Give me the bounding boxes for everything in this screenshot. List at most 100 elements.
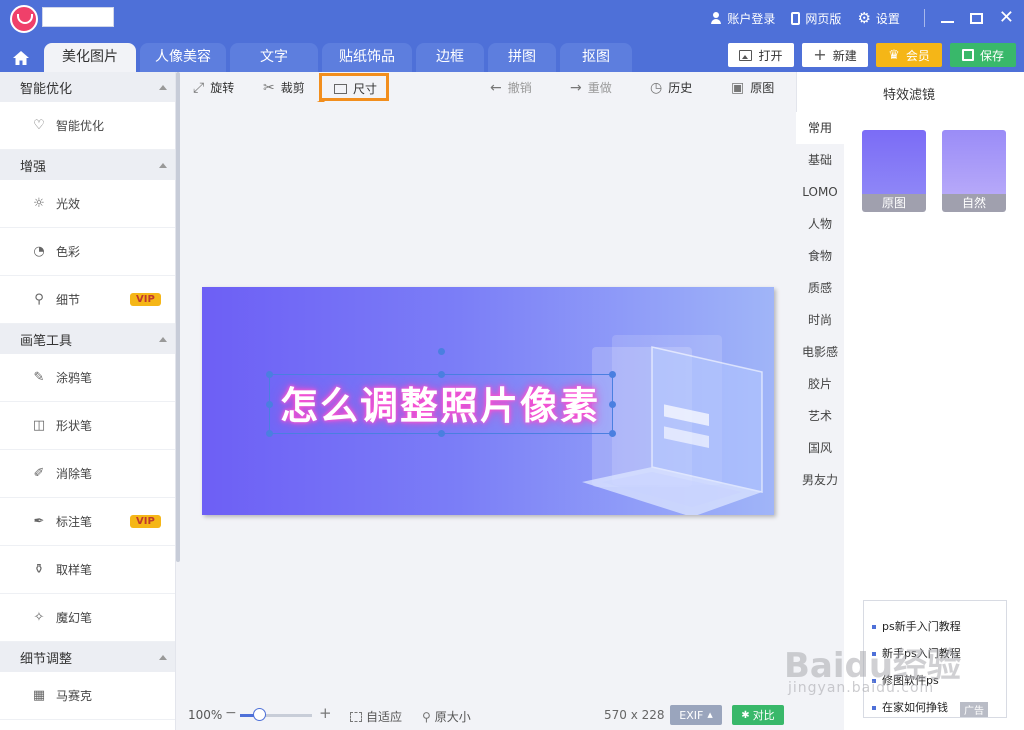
tool-detail[interactable]: ⚲ 细节 VIP — [0, 276, 175, 324]
zoom-in-button[interactable]: + — [319, 704, 332, 722]
tool-mosaic[interactable]: ▦ 马赛克 — [0, 672, 175, 720]
bulb-icon: ♡ — [33, 117, 45, 133]
window-separator — [923, 9, 925, 27]
home-button[interactable] — [2, 43, 40, 72]
tool-magic-pen[interactable]: ✧ 魔幻笔 — [0, 594, 175, 642]
section-header-brush[interactable]: 画笔工具 — [0, 324, 175, 354]
tool-light[interactable]: ☼ 光效 — [0, 180, 175, 228]
category-texture[interactable]: 质感 — [796, 272, 844, 304]
resize-handle[interactable] — [438, 371, 445, 378]
tool-shape-pen[interactable]: ◫ 形状笔 — [0, 402, 175, 450]
category-cinema[interactable]: 电影感 — [796, 336, 844, 368]
open-button[interactable]: 打开 — [728, 43, 794, 67]
new-button[interactable]: + 新建 — [802, 43, 868, 67]
section-header-enhance[interactable]: 增强 — [0, 150, 175, 180]
picture-icon: ▣ — [731, 79, 745, 96]
fit-button[interactable]: 自适应 — [350, 708, 402, 725]
resize-handle[interactable] — [266, 401, 273, 408]
rotate-button[interactable]: ⤢ 旋转 — [193, 79, 234, 96]
action-buttons: 打开 + 新建 ♛ 会员 保存 — [728, 43, 1016, 67]
filter-panel-title: 特效滤镜 — [882, 88, 935, 103]
settings-link[interactable]: ⚙ 设置 — [857, 10, 899, 27]
user-icon — [710, 12, 722, 24]
resize-handle[interactable] — [609, 430, 616, 437]
undo-icon: ← — [490, 79, 502, 96]
filter-natural[interactable]: 自然 — [942, 130, 1006, 212]
watermark-url: jingyan.baidu.com — [788, 680, 935, 696]
zoom-level: 100% — [188, 708, 223, 722]
resize-handle[interactable] — [609, 371, 616, 378]
mosaic-icon: ▦ — [32, 687, 46, 703]
category-basic[interactable]: 基础 — [796, 144, 844, 176]
tab-stickers[interactable]: 贴纸饰品 — [322, 43, 412, 72]
section-header-smart[interactable]: 智能优化 — [0, 72, 175, 102]
tool-smart-optimize[interactable]: ♡ 智能优化 — [0, 102, 175, 150]
pen-icon: ✒ — [33, 513, 45, 529]
category-chinese[interactable]: 国风 — [796, 432, 844, 464]
tab-text[interactable]: 文字 — [230, 43, 318, 72]
section-header-detail[interactable]: 细节调整 — [0, 642, 175, 672]
save-button[interactable]: 保存 — [950, 43, 1016, 67]
filter-thumbnail — [942, 130, 1006, 194]
actual-size-button[interactable]: ⚲ 原大小 — [422, 708, 471, 725]
vip-badge: VIP — [130, 515, 161, 528]
magnifier-icon: ⚲ — [34, 291, 44, 307]
rotate-handle[interactable] — [438, 348, 445, 355]
title-field[interactable] — [42, 7, 114, 27]
save-icon — [961, 49, 974, 61]
crown-icon: ♛ — [888, 47, 900, 63]
tab-collage[interactable]: 拼图 — [488, 43, 556, 72]
fit-icon — [350, 711, 362, 722]
redo-button[interactable]: → 重做 — [570, 79, 612, 96]
tool-eraser-pen[interactable]: ✐ 消除笔 — [0, 450, 175, 498]
zoom-icon: ⚲ — [422, 709, 431, 724]
resize-handle[interactable] — [266, 371, 273, 378]
image-dimensions: 570 x 228 — [604, 708, 665, 722]
category-film[interactable]: 胶片 — [796, 368, 844, 400]
window-controls: ✕ — [923, 9, 1014, 27]
zoom-slider[interactable] — [240, 714, 312, 717]
web-version-link[interactable]: 网页版 — [791, 10, 841, 27]
dropper-icon: ⚱ — [33, 561, 45, 577]
exif-button[interactable]: EXIF ▲ — [670, 705, 722, 725]
category-fashion[interactable]: 时尚 — [796, 304, 844, 336]
phone-icon — [791, 11, 801, 25]
resize-handle[interactable] — [609, 401, 616, 408]
resize-handle[interactable] — [438, 430, 445, 437]
tab-cutout[interactable]: 抠图 — [560, 43, 632, 72]
redo-icon: → — [570, 79, 582, 96]
close-icon[interactable]: ✕ — [999, 9, 1014, 27]
sun-icon: ☼ — [33, 195, 45, 211]
tab-beautify[interactable]: 美化图片 — [44, 43, 136, 72]
compare-icon: ✱ — [741, 709, 750, 721]
undo-button[interactable]: ← 撤销 — [490, 79, 532, 96]
zoom-slider-knob[interactable] — [253, 708, 266, 721]
category-food[interactable]: 食物 — [796, 240, 844, 272]
home-icon — [13, 50, 29, 65]
category-lomo[interactable]: LOMO — [796, 176, 844, 208]
tab-portrait[interactable]: 人像美容 — [140, 43, 226, 72]
tool-annotate-pen[interactable]: ✒ 标注笔 VIP — [0, 498, 175, 546]
tool-color[interactable]: ◔ 色彩 — [0, 228, 175, 276]
category-boyfriend[interactable]: 男友力 — [796, 464, 844, 496]
tab-frames[interactable]: 边框 — [416, 43, 484, 72]
eraser-icon: ✐ — [33, 465, 45, 481]
vip-button[interactable]: ♛ 会员 — [876, 43, 942, 67]
original-button[interactable]: ▣ 原图 — [731, 79, 774, 96]
category-common[interactable]: 常用 — [796, 112, 844, 144]
resize-handle[interactable] — [266, 430, 273, 437]
account-login-link[interactable]: 账户登录 — [710, 10, 775, 27]
text-selection-box[interactable] — [269, 374, 613, 434]
minimize-icon[interactable] — [940, 21, 954, 23]
ad-link[interactable]: ps新手入门教程 — [872, 613, 998, 640]
category-art[interactable]: 艺术 — [796, 400, 844, 432]
tool-doodle-pen[interactable]: ✎ 涂鸦笔 — [0, 354, 175, 402]
zoom-out-button[interactable]: − — [225, 705, 237, 721]
category-people[interactable]: 人物 — [796, 208, 844, 240]
filter-original[interactable]: 原图 — [862, 130, 926, 212]
history-button[interactable]: ◷ 历史 — [650, 79, 692, 96]
magic-wand-icon: ✧ — [33, 609, 45, 625]
compare-button[interactable]: ✱ 对比 — [732, 705, 784, 725]
maximize-icon[interactable] — [969, 12, 983, 24]
tool-sample-pen[interactable]: ⚱ 取样笔 — [0, 546, 175, 594]
